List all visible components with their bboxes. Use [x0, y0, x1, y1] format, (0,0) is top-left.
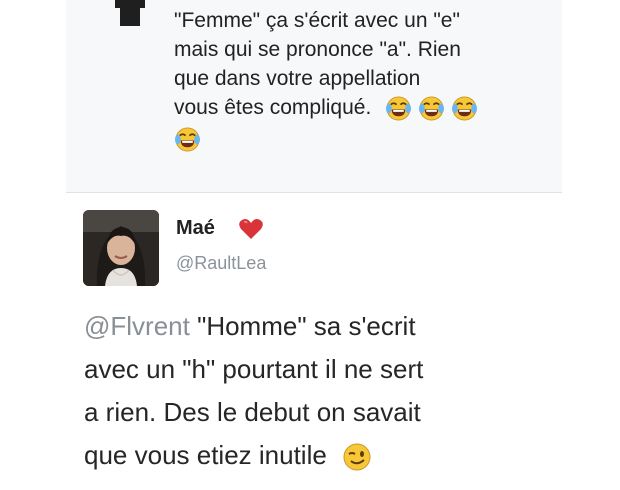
tears-of-joy-icon — [385, 95, 412, 122]
quoted-line-1: "Femme" ça s'écrit avec un "e" — [174, 9, 460, 32]
left-margin — [0, 0, 66, 490]
red-heart-icon — [238, 217, 264, 241]
quoted-tweet-text: "Femme" ça s'écrit avec un "e" mais qui … — [174, 6, 564, 153]
tweet-text: @Flvrent "Homme" sa s'ecrit avec un "h" … — [84, 305, 562, 477]
tweet[interactable]: Maé @RaultLea @Flvrent "Homme" sa s'ecri… — [66, 193, 562, 490]
quoted-tweet-avatar[interactable] — [115, 0, 145, 26]
author-handle[interactable]: @RaultLea — [176, 253, 266, 274]
author-name[interactable]: Maé — [176, 217, 215, 240]
tears-of-joy-icon — [451, 95, 478, 122]
mention-link[interactable]: @Flvrent — [84, 311, 190, 341]
tweet-line-4: que vous etiez inutile — [84, 434, 562, 477]
quoted-tweet[interactable]: "Femme" ça s'écrit avec un "e" mais qui … — [66, 0, 562, 193]
quoted-line-3: que dans votre appellation — [174, 67, 421, 90]
quoted-line-2: mais qui se prononce "a". Rien — [174, 38, 461, 61]
winking-face-icon — [342, 442, 372, 472]
right-margin — [562, 0, 620, 490]
avatar[interactable] — [83, 210, 159, 286]
quoted-line-4: vous êtes compliqué. — [174, 93, 564, 122]
tears-of-joy-icon — [418, 95, 445, 122]
quoted-line-4-text: vous êtes compliqué. — [174, 96, 372, 119]
tweet-line-2: avec un "h" pourtant il ne sert — [84, 354, 424, 384]
tweet-line-4-text: que vous etiez inutile — [84, 440, 327, 470]
quoted-emoji-line — [174, 124, 564, 153]
tweet-line-3: a rien. Des le debut on savait — [84, 397, 421, 427]
tears-of-joy-icon — [174, 126, 201, 153]
tweet-line-1-text: "Homme" sa s'ecrit — [189, 311, 416, 341]
tweet-line-1: @Flvrent "Homme" sa s'ecrit — [84, 305, 562, 348]
